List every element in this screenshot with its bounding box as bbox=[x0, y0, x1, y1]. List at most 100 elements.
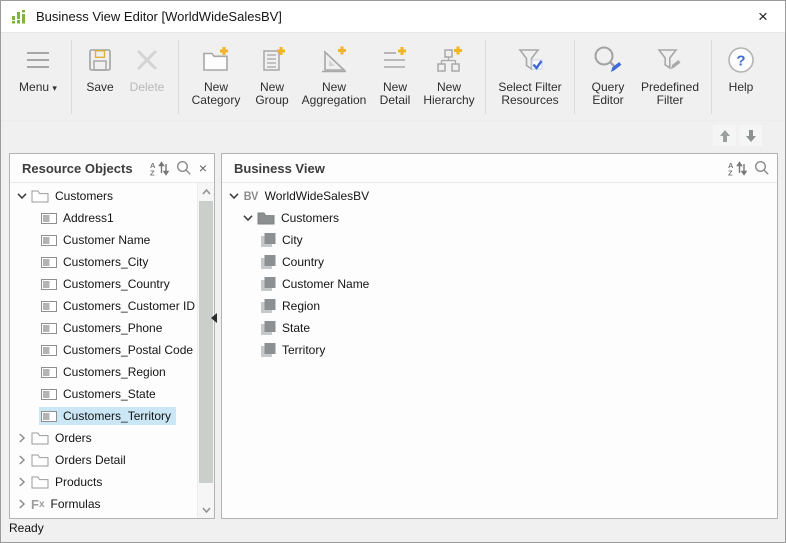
tree-item-customers[interactable]: Customers bbox=[10, 185, 198, 207]
element-icon bbox=[261, 321, 276, 335]
tree-item-label: Orders Detail bbox=[55, 453, 126, 467]
svg-text:?: ? bbox=[736, 53, 745, 70]
tree-item-label: Territory bbox=[282, 343, 326, 357]
chevron-right-icon[interactable] bbox=[15, 455, 29, 465]
tree-item-customer-name[interactable]: Customer Name bbox=[10, 229, 198, 251]
resource-objects-panel: Resource Objects A Z × Customers Address… bbox=[9, 153, 215, 519]
tree-item-city[interactable]: City bbox=[222, 229, 777, 251]
business-view-title: Business View bbox=[234, 160, 325, 176]
search-icon[interactable] bbox=[754, 160, 770, 176]
tree-item-country[interactable]: Country bbox=[222, 251, 777, 273]
scrollbar[interactable] bbox=[197, 183, 214, 518]
query-editor-button[interactable]: Query Editor bbox=[583, 33, 633, 107]
tree-item-label: Region bbox=[282, 299, 321, 313]
predefined-filter-icon bbox=[654, 42, 686, 78]
tree-item-customers-city[interactable]: Customers_City bbox=[10, 251, 198, 273]
help-button[interactable]: ? Help bbox=[720, 33, 762, 94]
tree-item-label: Orders bbox=[55, 431, 92, 445]
title-bar: Business View Editor [WorldWideSalesBV] … bbox=[1, 1, 785, 33]
tree-item-label: Address1 bbox=[63, 211, 114, 225]
element-icon bbox=[261, 277, 276, 291]
chevron-right-icon[interactable] bbox=[15, 499, 29, 509]
field-icon bbox=[41, 410, 57, 422]
new-aggregation-button[interactable]: New Aggregation bbox=[299, 33, 369, 107]
tree-item-address1[interactable]: Address1 bbox=[10, 207, 198, 229]
chevron-down-icon[interactable] bbox=[227, 192, 241, 200]
tree-item-products[interactable]: Products bbox=[10, 471, 198, 493]
tree-item-customers[interactable]: Customers bbox=[222, 207, 777, 229]
sort-az-icon[interactable]: A Z bbox=[150, 161, 169, 176]
tree-item-label: Formulas bbox=[50, 497, 101, 511]
tree-item-territory[interactable]: Territory bbox=[222, 339, 777, 361]
toolbar-separator bbox=[574, 39, 575, 114]
tree-item-region[interactable]: Region bbox=[222, 295, 777, 317]
tree-item-worldwidesalesbv[interactable]: BV WorldWideSalesBV bbox=[222, 185, 777, 207]
tree-item-label: State bbox=[282, 321, 311, 335]
tree-item-label: Customers_Territory bbox=[63, 409, 172, 423]
toolbar-separator bbox=[178, 39, 179, 114]
move-up-button[interactable] bbox=[713, 125, 736, 146]
formula-icon: Fx bbox=[31, 496, 45, 512]
tree-item-customers-phone[interactable]: Customers_Phone bbox=[10, 317, 198, 339]
tree-item-customer-name[interactable]: Customer Name bbox=[222, 273, 777, 295]
svg-text:Z: Z bbox=[728, 168, 733, 176]
business-view-tree: BV WorldWideSalesBV Customers City Country Cu… bbox=[222, 183, 777, 361]
select-filter-resources-button[interactable]: Select Filter Resources bbox=[494, 33, 566, 107]
toolbar: Menu ▾ Save Delete New Category New Grou… bbox=[1, 33, 785, 121]
save-button[interactable]: Save bbox=[80, 33, 120, 94]
close-panel-icon[interactable]: × bbox=[199, 161, 207, 175]
scroll-down-icon[interactable] bbox=[198, 501, 214, 518]
menu-icon bbox=[23, 42, 53, 78]
tree-item-customers-region[interactable]: Customers_Region bbox=[10, 361, 198, 383]
folder-icon bbox=[31, 431, 49, 445]
tree-item-label: Products bbox=[55, 475, 103, 489]
search-icon[interactable] bbox=[176, 160, 192, 176]
bv-icon: BV bbox=[243, 189, 259, 203]
tree-item-customers-state[interactable]: Customers_State bbox=[10, 383, 198, 405]
chevron-right-icon[interactable] bbox=[15, 477, 29, 487]
menu-button[interactable]: Menu ▾ bbox=[13, 33, 63, 95]
new-group-button[interactable]: New Group bbox=[249, 33, 295, 107]
tree-item-customers-territory[interactable]: Customers_Territory bbox=[10, 405, 198, 427]
tree-item-label: Customers_Postal Code bbox=[63, 343, 194, 357]
new-category-button[interactable]: New Category bbox=[187, 33, 245, 107]
select-filter-resources-icon bbox=[514, 42, 546, 78]
tree-item-formulas[interactable]: Fx Formulas bbox=[10, 493, 198, 515]
scrollbar-thumb[interactable] bbox=[199, 201, 213, 483]
move-down-button[interactable] bbox=[739, 125, 762, 146]
element-icon bbox=[261, 299, 276, 313]
business-view-header: Business View A Z bbox=[222, 154, 777, 183]
resource-objects-title: Resource Objects bbox=[22, 160, 133, 176]
delete-button[interactable]: Delete bbox=[124, 33, 170, 94]
field-icon bbox=[41, 256, 57, 268]
help-icon: ? bbox=[725, 42, 757, 78]
tree-item-customers-postal-code[interactable]: Customers_Postal Code bbox=[10, 339, 198, 361]
tree-item-customers-customer-id[interactable]: Customers_Customer ID bbox=[10, 295, 198, 317]
new-hierarchy-button[interactable]: New Hierarchy bbox=[421, 33, 477, 107]
tree-item-label: Customers_Region bbox=[63, 365, 166, 379]
svg-text:Z: Z bbox=[150, 168, 155, 176]
tree-item-label: Customers_Phone bbox=[63, 321, 163, 335]
tree-item-label: Customers bbox=[55, 189, 114, 203]
chevron-down-icon[interactable] bbox=[241, 214, 255, 222]
tree-item-label: WorldWideSalesBV bbox=[264, 189, 370, 203]
element-icon bbox=[261, 255, 276, 269]
tree-item-orders[interactable]: Orders bbox=[10, 427, 198, 449]
field-icon bbox=[41, 212, 57, 224]
tree-item-customers-country[interactable]: Customers_Country bbox=[10, 273, 198, 295]
splitter-collapse-handle[interactable] bbox=[211, 313, 217, 323]
new-detail-button[interactable]: New Detail bbox=[373, 33, 417, 107]
chevron-down-icon[interactable] bbox=[15, 192, 29, 200]
tree-item-orders-detail[interactable]: Orders Detail bbox=[10, 449, 198, 471]
field-icon bbox=[41, 344, 57, 356]
tree-item-label: Customers_State bbox=[63, 387, 156, 401]
close-window-button[interactable]: × bbox=[741, 1, 785, 32]
chevron-right-icon[interactable] bbox=[15, 433, 29, 443]
sort-az-icon[interactable]: A Z bbox=[728, 161, 747, 176]
folder-icon bbox=[31, 453, 49, 467]
tree-item-label: Customers_City bbox=[63, 255, 149, 269]
tree-item-state[interactable]: State bbox=[222, 317, 777, 339]
delete-icon bbox=[131, 42, 163, 78]
scroll-up-icon[interactable] bbox=[198, 183, 214, 200]
predefined-filter-button[interactable]: Predefined Filter bbox=[637, 33, 703, 107]
